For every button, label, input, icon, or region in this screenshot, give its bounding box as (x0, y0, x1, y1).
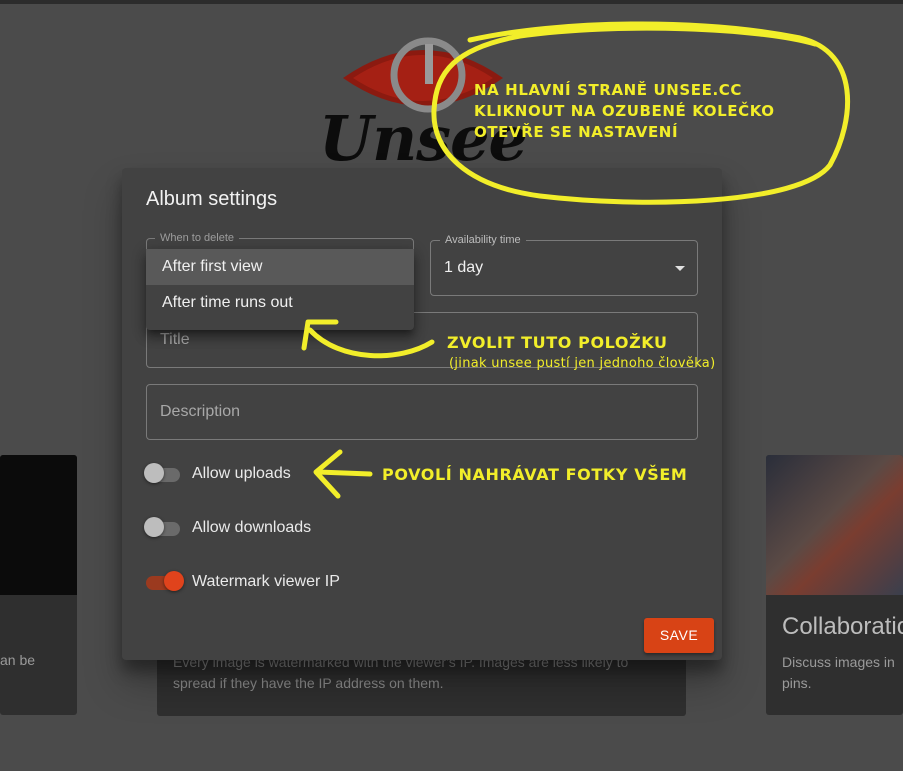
switch-thumb (144, 463, 164, 483)
feature-card-description: an be (0, 652, 36, 668)
switch-thumb (164, 571, 184, 591)
top-edge (0, 0, 903, 4)
dialog-title: Album settings (146, 188, 278, 210)
allow-downloads-label: Allow downloads (192, 519, 312, 536)
when-to-delete-menu: After first view After time runs out (146, 249, 414, 330)
feature-card-title: Collaboration (782, 613, 903, 640)
feature-card-image (0, 455, 77, 595)
save-button[interactable]: SAVE (644, 618, 714, 653)
when-to-delete-label: When to delete (155, 232, 239, 244)
menu-item-after-time-runs-out[interactable]: After time runs out (146, 285, 414, 321)
annotation-line: OTEVŘE SE NASTAVENÍ (474, 123, 679, 141)
feature-card-collaboration: Collaboration Discuss images in pins. (766, 455, 903, 715)
annotation-note-3: POVOLÍ NAHRÁVAT FOTKY VŠEM (382, 465, 688, 484)
availability-time-select[interactable]: Availability time 1 day (430, 234, 698, 296)
menu-item-after-first-view[interactable]: After first view (146, 249, 414, 285)
album-settings-dialog: Album settings When to delete Availabili… (122, 168, 722, 660)
watermark-viewer-ip-label: Watermark viewer IP (192, 573, 340, 590)
annotation-note-2-sub: (jinak unsee pustí jen jednoho člověka) (449, 356, 716, 371)
description-placeholder: Description (160, 403, 241, 420)
annotation-note-1: NA HLAVNÍ STRANĚ UNSEE.CC KLIKNOUT NA OZ… (474, 80, 775, 143)
availability-time-label: Availability time (440, 234, 526, 246)
annotation-line: KLIKNOUT NA OZUBENÉ KOLEČKO (474, 102, 775, 120)
availability-time-value: 1 day (444, 259, 484, 276)
feature-card-description: Discuss images in pins. (782, 654, 895, 691)
feature-card-image (766, 455, 903, 595)
annotation-note-2: ZVOLIT TUTO POLOŽKU (447, 333, 668, 352)
annotation-line: NA HLAVNÍ STRANĚ UNSEE.CC (474, 81, 743, 99)
title-placeholder: Title (160, 331, 190, 348)
allow-uploads-label: Allow uploads (192, 465, 291, 482)
description-input[interactable]: Description (146, 384, 698, 440)
dropdown-arrow-icon (675, 266, 685, 271)
switch-thumb (144, 517, 164, 537)
feature-card-left: an be (0, 455, 77, 715)
